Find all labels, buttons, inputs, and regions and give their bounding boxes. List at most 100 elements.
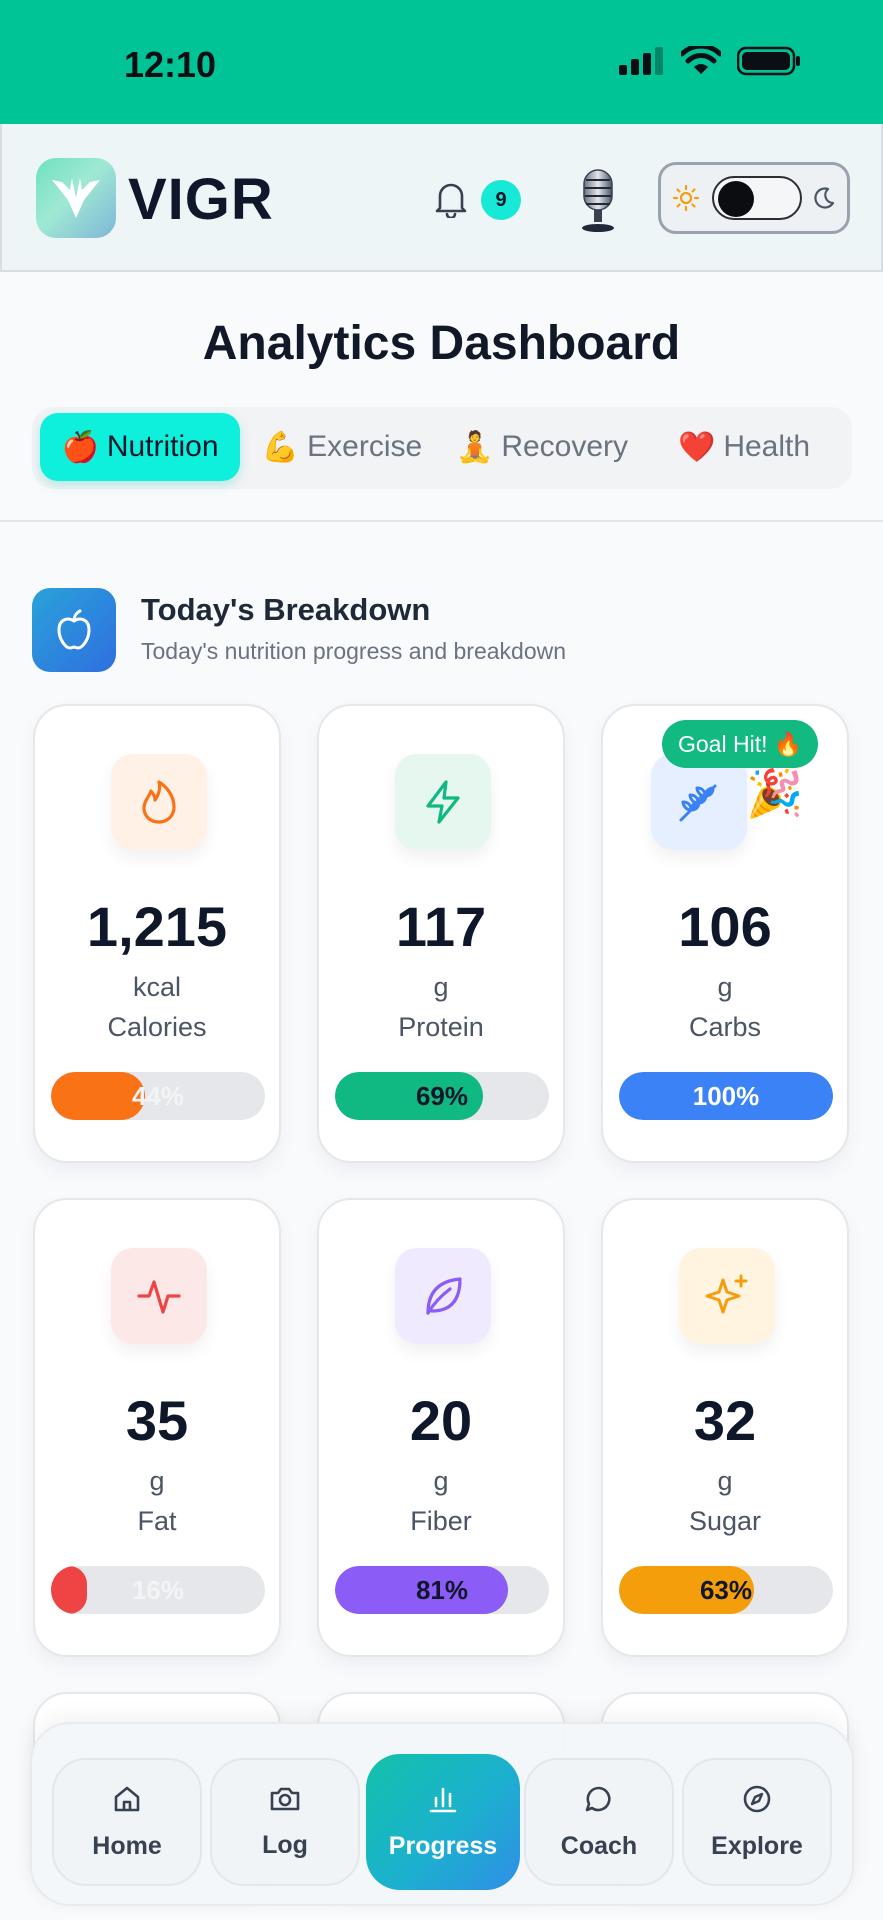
wheat-icon	[679, 784, 717, 822]
tab-health[interactable]: ❤️ Health	[644, 413, 844, 481]
nav-explore[interactable]: Explore	[682, 1758, 832, 1886]
progress-percent: 81%	[415, 1574, 469, 1605]
card-label: Calories	[107, 1012, 207, 1042]
progress-bar: 81%	[335, 1566, 549, 1614]
nav-home[interactable]: Home	[52, 1758, 202, 1886]
card-icon	[111, 754, 207, 850]
party-popper-icon: 🎉	[746, 767, 804, 819]
nutrient-card-calories[interactable]: 1,215 kcal Calories 44%	[33, 704, 281, 1163]
progress-bar: 44%	[51, 1072, 265, 1120]
tab-label: Recovery	[501, 430, 629, 463]
nutrient-card-protein[interactable]: 117 g Protein 69%	[317, 704, 565, 1163]
card-label: Carbs	[688, 1012, 762, 1042]
card-unit: g	[717, 972, 733, 1002]
card-unit: g	[717, 1466, 733, 1496]
tab-nutrition[interactable]: 🍎 Nutrition	[40, 413, 240, 481]
tab-label: Health	[723, 430, 811, 463]
theme-toggle[interactable]	[658, 162, 850, 234]
nutrient-card-fiber[interactable]: 20 g Fiber 81%	[317, 1198, 565, 1657]
progress-percent: 100%	[692, 1080, 760, 1111]
card-label: Sugar	[688, 1506, 762, 1536]
nutrient-card-carbs[interactable]: 106 g Carbs 100%	[601, 704, 849, 1163]
card-value: 20	[409, 1389, 473, 1452]
sun-icon	[673, 185, 699, 211]
card-icon	[651, 754, 747, 850]
apple-emoji-icon: 🍎	[61, 430, 99, 464]
nutrient-card-sugar[interactable]: 32 g Sugar 63%	[601, 1198, 849, 1657]
progress-bar: 69%	[335, 1072, 549, 1120]
card-value: 35	[125, 1389, 189, 1452]
nav-label: Explore	[711, 1831, 803, 1860]
wings-logo-icon	[52, 178, 100, 218]
goal-hit-badge: Goal Hit! 🔥	[662, 720, 819, 768]
card-unit: g	[433, 972, 449, 1002]
toggle-track[interactable]	[712, 176, 802, 220]
status-bar: 12:10	[0, 0, 883, 124]
bar-chart-icon	[429, 1787, 457, 1812]
app-name: VIGR	[128, 167, 274, 232]
fire-emoji-icon: 🔥	[773, 730, 803, 757]
section-title: Today's Breakdown	[141, 592, 431, 627]
sparkle-icon	[705, 1274, 748, 1314]
goal-hit-text: Goal Hit!	[678, 730, 768, 757]
card-value: 1,215	[86, 895, 228, 958]
card-icon	[111, 1248, 207, 1344]
card-unit: g	[433, 1466, 449, 1496]
nav-label: Log	[262, 1830, 308, 1859]
card-value: 106	[678, 895, 772, 958]
flame-icon	[142, 780, 176, 824]
bottom-nav: Home Log Progress Coach Explore	[30, 1722, 854, 1906]
nav-label: Progress	[388, 1831, 498, 1860]
leaf-icon	[426, 1277, 462, 1315]
card-icon	[395, 754, 491, 850]
chat-icon	[585, 1786, 611, 1811]
progress-percent: 63%	[699, 1574, 753, 1605]
heart-emoji-icon: ❤️	[677, 430, 716, 464]
progress-bar: 16%	[51, 1566, 265, 1614]
nav-progress[interactable]: Progress	[366, 1754, 520, 1890]
status-icons	[619, 46, 801, 76]
tab-exercise[interactable]: 💪 Exercise	[244, 413, 440, 481]
card-icon	[395, 1248, 491, 1344]
notification-badge[interactable]: 9	[481, 180, 521, 220]
card-label: Fiber	[410, 1506, 472, 1536]
wifi-icon	[681, 46, 721, 74]
page-title: Analytics Dashboard	[202, 317, 681, 370]
home-icon	[114, 1786, 140, 1811]
progress-percent: 69%	[415, 1080, 469, 1111]
camera-icon	[270, 1787, 300, 1810]
card-label: Protein	[398, 1012, 484, 1042]
progress-percent: 16%	[131, 1574, 185, 1605]
pulse-icon	[137, 1280, 181, 1314]
lightning-icon	[426, 780, 460, 824]
microphone-icon[interactable]	[576, 168, 620, 234]
card-value: 32	[693, 1389, 757, 1452]
nutrient-card-fat[interactable]: 35 g Fat 16%	[33, 1198, 281, 1657]
divider	[0, 520, 883, 522]
toggle-knob	[718, 181, 754, 217]
app-header: VIGR 9	[0, 124, 883, 272]
card-unit: g	[149, 1466, 165, 1496]
card-icon	[679, 1248, 775, 1344]
apple-icon	[57, 609, 91, 650]
tab-label: Exercise	[307, 430, 423, 463]
nav-label: Coach	[560, 1831, 638, 1860]
bell-icon[interactable]	[434, 180, 468, 218]
card-value: 117	[395, 895, 487, 958]
nav-label: Home	[92, 1831, 162, 1860]
tab-label: Nutrition	[106, 430, 219, 463]
progress-bar: 63%	[619, 1566, 833, 1614]
progress-bar: 100%	[619, 1072, 833, 1120]
tab-recovery[interactable]: 🧘 Recovery	[444, 413, 640, 481]
signal-icon	[619, 47, 663, 75]
card-label: Fat	[137, 1506, 177, 1536]
nav-coach[interactable]: Coach	[524, 1758, 674, 1886]
meditation-emoji-icon: 🧘	[455, 430, 494, 464]
section-icon	[32, 588, 116, 672]
nav-log[interactable]: Log	[210, 1758, 360, 1886]
compass-icon	[743, 1785, 771, 1812]
status-time: 12:10	[124, 44, 217, 85]
progress-percent: 44%	[131, 1080, 185, 1111]
tab-bar: 🍎 Nutrition 💪 Exercise 🧘 Recovery ❤️ Hea…	[32, 407, 852, 489]
section-subtitle: Today's nutrition progress and breakdown	[141, 638, 567, 664]
